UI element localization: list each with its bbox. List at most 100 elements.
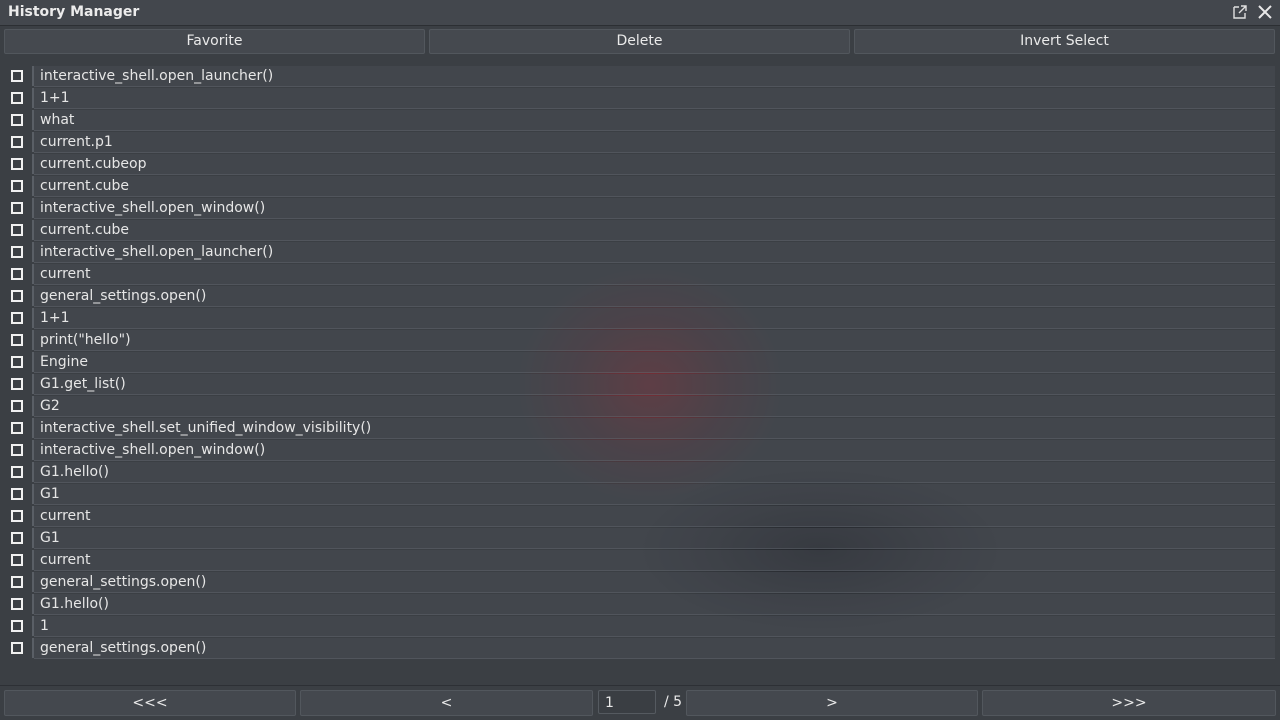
window-title: History Manager <box>8 4 140 20</box>
history-entry[interactable]: Engine <box>34 352 1275 373</box>
list-item[interactable]: general_settings.open() <box>0 285 1275 307</box>
favorite-button[interactable]: Favorite <box>4 29 425 54</box>
list-item[interactable]: 1 <box>0 615 1275 637</box>
prev-page-button[interactable]: < <box>300 690 593 716</box>
row-checkbox[interactable] <box>11 642 23 654</box>
row-checkbox[interactable] <box>11 202 23 214</box>
row-checkbox[interactable] <box>11 180 23 192</box>
delete-button[interactable]: Delete <box>429 29 850 54</box>
row-checkbox[interactable] <box>11 92 23 104</box>
list-item[interactable]: G1 <box>0 527 1275 549</box>
list-item[interactable]: G1.hello() <box>0 461 1275 483</box>
history-entry[interactable]: G1 <box>34 528 1275 549</box>
list-item[interactable]: interactive_shell.open_launcher() <box>0 65 1275 87</box>
row-checkbox[interactable] <box>11 136 23 148</box>
toolbar: Favorite Delete Invert Select <box>0 29 1280 54</box>
last-page-button[interactable]: >>> <box>982 690 1276 716</box>
history-entry[interactable]: G1 <box>34 484 1275 505</box>
row-checkbox[interactable] <box>11 576 23 588</box>
history-entry[interactable]: 1+1 <box>34 88 1275 109</box>
history-entry[interactable]: general_settings.open() <box>34 638 1275 659</box>
list-item[interactable]: what <box>0 109 1275 131</box>
history-entry[interactable]: interactive_shell.open_launcher() <box>34 242 1275 263</box>
list-item[interactable]: interactive_shell.open_window() <box>0 197 1275 219</box>
row-checkbox[interactable] <box>11 268 23 280</box>
list-item[interactable]: current.cube <box>0 219 1275 241</box>
history-entry[interactable]: interactive_shell.set_unified_window_vis… <box>34 418 1275 439</box>
list-item[interactable]: current <box>0 549 1275 571</box>
history-entry[interactable]: print("hello") <box>34 330 1275 351</box>
history-entry[interactable]: G1.hello() <box>34 594 1275 615</box>
list-item[interactable]: interactive_shell.set_unified_window_vis… <box>0 417 1275 439</box>
history-list: interactive_shell.open_launcher() 1+1 what… <box>0 65 1280 659</box>
row-checkbox[interactable] <box>11 444 23 456</box>
row-checkbox[interactable] <box>11 466 23 478</box>
row-checkbox[interactable] <box>11 312 23 324</box>
list-item[interactable]: G2 <box>0 395 1275 417</box>
page-number-input[interactable]: 1 <box>598 690 656 714</box>
row-checkbox[interactable] <box>11 620 23 632</box>
history-entry[interactable]: G2 <box>34 396 1275 417</box>
history-entry[interactable]: current.cube <box>34 176 1275 197</box>
history-entry[interactable]: 1 <box>34 616 1275 637</box>
history-entry[interactable]: current <box>34 506 1275 527</box>
first-page-button[interactable]: <<< <box>4 690 296 716</box>
history-entry[interactable]: G1.get_list() <box>34 374 1275 395</box>
history-entry[interactable]: current.p1 <box>34 132 1275 153</box>
list-item[interactable]: current.cube <box>0 175 1275 197</box>
row-checkbox[interactable] <box>11 334 23 346</box>
history-entry[interactable]: interactive_shell.open_window() <box>34 440 1275 461</box>
history-entry[interactable]: current.cube <box>34 220 1275 241</box>
list-item[interactable]: interactive_shell.open_window() <box>0 439 1275 461</box>
row-checkbox[interactable] <box>11 532 23 544</box>
row-checkbox[interactable] <box>11 400 23 412</box>
history-entry[interactable]: what <box>34 110 1275 131</box>
divider <box>0 685 1280 686</box>
list-item[interactable]: print("hello") <box>0 329 1275 351</box>
row-checkbox[interactable] <box>11 114 23 126</box>
history-entry[interactable]: G1.hello() <box>34 462 1275 483</box>
row-checkbox[interactable] <box>11 246 23 258</box>
next-page-button[interactable]: > <box>686 690 978 716</box>
history-manager-window: History Manager Favorite Delete Invert S… <box>0 0 1280 720</box>
history-entry[interactable]: current <box>34 550 1275 571</box>
pagination: <<< < 1 / 5 > >>> <box>0 690 1280 716</box>
list-item[interactable]: G1 <box>0 483 1275 505</box>
history-entry[interactable]: current <box>34 264 1275 285</box>
close-icon <box>1258 5 1272 19</box>
history-entry[interactable]: interactive_shell.open_launcher() <box>34 66 1275 87</box>
history-entry[interactable]: 1+1 <box>34 308 1275 329</box>
row-checkbox[interactable] <box>11 290 23 302</box>
row-checkbox[interactable] <box>11 70 23 82</box>
list-item[interactable]: 1+1 <box>0 307 1275 329</box>
row-checkbox[interactable] <box>11 488 23 500</box>
list-item[interactable]: general_settings.open() <box>0 637 1275 659</box>
list-item[interactable]: G1.hello() <box>0 593 1275 615</box>
title-bar: History Manager <box>0 0 1280 26</box>
close-button[interactable] <box>1255 2 1275 22</box>
row-checkbox[interactable] <box>11 158 23 170</box>
list-item[interactable]: current <box>0 505 1275 527</box>
history-entry[interactable]: current.cubeop <box>34 154 1275 175</box>
list-item[interactable]: current.p1 <box>0 131 1275 153</box>
page-total: / 5 <box>664 694 683 710</box>
row-checkbox[interactable] <box>11 356 23 368</box>
row-checkbox[interactable] <box>11 422 23 434</box>
list-item[interactable]: G1.get_list() <box>0 373 1275 395</box>
row-checkbox[interactable] <box>11 598 23 610</box>
list-item[interactable]: current.cubeop <box>0 153 1275 175</box>
history-entry[interactable]: general_settings.open() <box>34 286 1275 307</box>
popout-button[interactable] <box>1230 2 1250 22</box>
invert-select-button[interactable]: Invert Select <box>854 29 1275 54</box>
list-item[interactable]: Engine <box>0 351 1275 373</box>
list-item[interactable]: interactive_shell.open_launcher() <box>0 241 1275 263</box>
row-checkbox[interactable] <box>11 510 23 522</box>
row-checkbox[interactable] <box>11 224 23 236</box>
row-checkbox[interactable] <box>11 378 23 390</box>
list-item[interactable]: current <box>0 263 1275 285</box>
list-item[interactable]: 1+1 <box>0 87 1275 109</box>
row-checkbox[interactable] <box>11 554 23 566</box>
history-entry[interactable]: interactive_shell.open_window() <box>34 198 1275 219</box>
list-item[interactable]: general_settings.open() <box>0 571 1275 593</box>
history-entry[interactable]: general_settings.open() <box>34 572 1275 593</box>
